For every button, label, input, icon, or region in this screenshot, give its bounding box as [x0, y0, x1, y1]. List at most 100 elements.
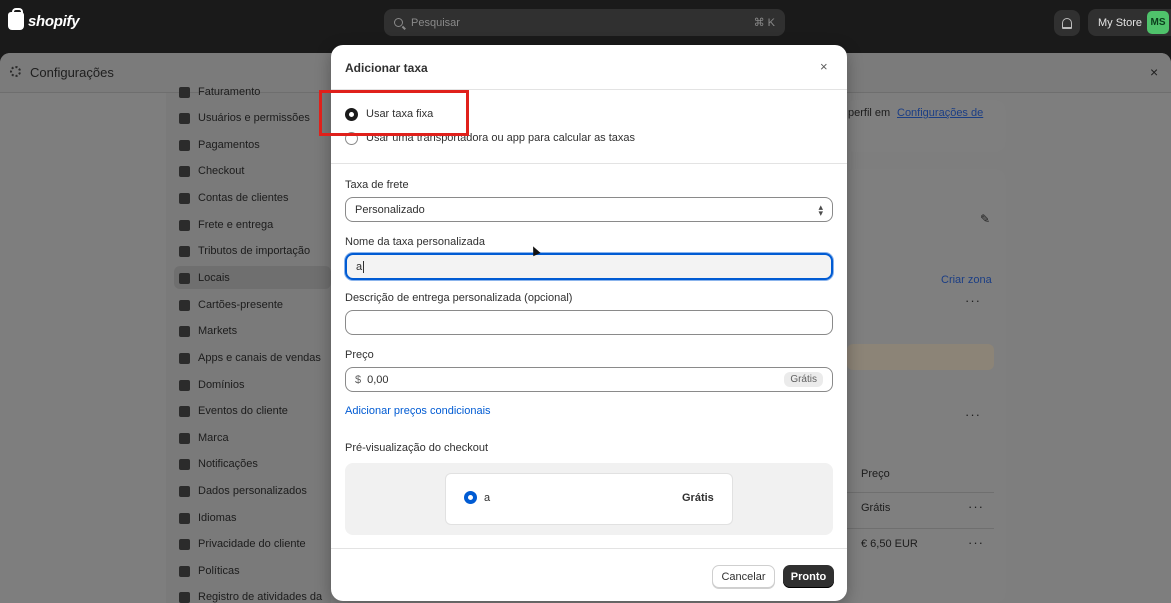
- rate-type-label: Taxa de frete: [345, 179, 409, 191]
- domain-icon: [179, 379, 190, 391]
- sidebar-item[interactable]: Marca: [179, 429, 229, 447]
- row-divider: [847, 528, 994, 529]
- sidebar-item-label: Tributos de importação: [198, 245, 311, 257]
- payments-icon: [179, 139, 190, 151]
- zone-more-button[interactable]: ···: [965, 293, 981, 308]
- shopify-logo[interactable]: shopify: [8, 8, 80, 30]
- currency-symbol: $: [355, 373, 362, 386]
- brand-icon: [179, 432, 190, 444]
- checkout-preview-label: Pré-visualização do checkout: [345, 442, 489, 454]
- rate-name-label: Nome da taxa personalizada: [345, 236, 486, 248]
- edit-icon[interactable]: ✎: [980, 212, 990, 226]
- sidebar-item[interactable]: Faturamento: [179, 83, 260, 101]
- lock-icon: [179, 538, 190, 550]
- preview-rate-name: a: [484, 492, 491, 504]
- data-icon: [179, 485, 190, 497]
- section-divider: [331, 163, 847, 164]
- sidebar-item-label: Registro de atividades da: [198, 591, 323, 603]
- rate-row-more-button[interactable]: ···: [968, 535, 984, 550]
- profile-text: perfil em: [848, 107, 891, 119]
- logo-text: shopify: [28, 12, 80, 30]
- rate-type-select[interactable]: Personalizado ▴ ▾: [345, 197, 833, 222]
- sidebar-item[interactable]: Cartões-presente: [179, 296, 283, 314]
- sidebar-item[interactable]: Dados personalizados: [179, 482, 307, 500]
- sidebar-item-label: Cartões-presente: [198, 299, 283, 311]
- sidebar-item-label: Idiomas: [198, 512, 237, 524]
- person-icon: [179, 192, 190, 204]
- sidebar-item[interactable]: Checkout: [179, 162, 244, 180]
- notifications-button[interactable]: [1054, 10, 1080, 36]
- sidebar-item[interactable]: Notificações: [179, 455, 258, 473]
- price-label: Preço: [345, 349, 374, 361]
- rate-group-more-button[interactable]: ···: [965, 407, 981, 422]
- description-input[interactable]: [345, 310, 833, 335]
- sidebar-item-label: Locais: [198, 272, 230, 284]
- duties-icon: [179, 245, 190, 257]
- profile-settings-link[interactable]: Configurações de: [897, 107, 983, 119]
- warning-banner: [847, 344, 994, 370]
- rate-row-price: Grátis: [861, 502, 891, 514]
- sidebar-item[interactable]: Domínios: [179, 376, 244, 394]
- settings-title: Configurações: [30, 65, 114, 80]
- rate-row-price: € 6,50 EUR: [861, 538, 918, 550]
- sidebar-item-label: Faturamento: [198, 86, 261, 98]
- gear-icon: [10, 66, 21, 77]
- settings-close-icon[interactable]: ×: [1150, 64, 1158, 80]
- preview-rate-price: Grátis: [682, 492, 714, 504]
- price-column-header: Preço: [861, 468, 890, 480]
- sidebar-item[interactable]: Usuários e permissões: [179, 109, 310, 127]
- preview-radio: [464, 491, 477, 504]
- description-label: Descrição de entrega personalizada (opci…: [345, 292, 573, 304]
- sidebar-item-label: Contas de clientes: [198, 192, 289, 204]
- rate-name-value: a: [356, 260, 363, 273]
- rate-row-more-button[interactable]: ···: [968, 499, 984, 514]
- shopify-bag-icon: [8, 8, 24, 30]
- sidebar-item-label: Eventos do cliente: [198, 405, 288, 417]
- sidebar-item[interactable]: Idiomas: [179, 509, 237, 527]
- row-divider: [847, 492, 994, 493]
- sidebar-item[interactable]: Contas de clientes: [179, 189, 289, 207]
- log-icon: [179, 591, 190, 603]
- sidebar-item-label: Domínios: [198, 379, 245, 391]
- sidebar-item[interactable]: Tributos de importação: [179, 242, 310, 260]
- search-placeholder: Pesquisar: [411, 16, 460, 29]
- price-value: 0,00: [367, 373, 389, 386]
- modal-title: Adicionar taxa: [345, 61, 428, 75]
- sidebar-item[interactable]: Privacidade do cliente: [179, 535, 306, 553]
- cancel-button[interactable]: Cancelar: [712, 565, 775, 588]
- sidebar-item[interactable]: Políticas: [179, 562, 240, 580]
- sidebar-item-label: Políticas: [198, 565, 240, 577]
- avatar[interactable]: MS: [1147, 11, 1169, 34]
- price-input[interactable]: $ 0,00 Grátis: [345, 367, 833, 392]
- sidebar-item[interactable]: Apps e canais de vendas: [179, 349, 321, 367]
- sidebar-item[interactable]: Eventos do cliente: [179, 402, 288, 420]
- sidebar-item[interactable]: Locais: [179, 269, 230, 287]
- sidebar-item-label: Notificações: [198, 458, 258, 470]
- conditional-pricing-link[interactable]: Adicionar preços condicionais: [345, 405, 491, 417]
- done-button[interactable]: Pronto: [783, 565, 834, 588]
- sidebar-item[interactable]: Registro de atividades da: [179, 588, 322, 603]
- truck-icon: [179, 219, 190, 231]
- sidebar-item-label: Privacidade do cliente: [198, 538, 306, 550]
- sidebar-item[interactable]: Markets: [179, 322, 237, 340]
- events-icon: [179, 405, 190, 417]
- search-bar[interactable]: Pesquisar ⌘ K: [384, 9, 785, 36]
- sidebar-item[interactable]: Frete e entrega: [179, 216, 273, 234]
- rate-name-input[interactable]: a: [345, 253, 833, 280]
- users-icon: [179, 112, 190, 124]
- text-caret: [363, 260, 365, 273]
- select-arrows-icon: ▴ ▾: [818, 201, 823, 218]
- highlight-box: [319, 90, 469, 136]
- language-icon: [179, 512, 190, 524]
- modal-header: Adicionar taxa ×: [331, 45, 847, 90]
- sidebar-item[interactable]: Pagamentos: [179, 136, 260, 154]
- location-icon: [179, 272, 190, 284]
- search-icon: [394, 18, 403, 27]
- sidebar-item-label: Markets: [198, 325, 238, 337]
- store-name: My Store: [1098, 16, 1143, 29]
- preview-rate-card: a Grátis: [445, 473, 733, 525]
- checkout-preview: a Grátis: [345, 463, 833, 535]
- modal-close-icon[interactable]: ×: [820, 59, 828, 74]
- create-zone-link[interactable]: Criar zona: [941, 274, 992, 286]
- sidebar-item-label: Dados personalizados: [198, 485, 307, 497]
